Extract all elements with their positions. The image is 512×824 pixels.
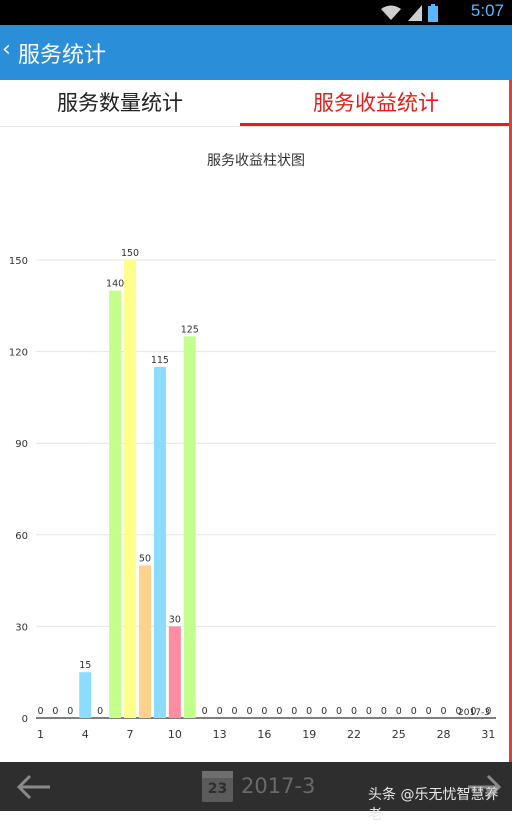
data-label: 0 xyxy=(276,706,282,717)
bar xyxy=(109,290,122,718)
data-label: 30 xyxy=(169,614,181,625)
signal-icon xyxy=(408,4,422,21)
data-label: 15 xyxy=(79,660,91,671)
x-tick-label: 4 xyxy=(82,728,89,741)
bar xyxy=(183,336,196,718)
x-tick-label: 16 xyxy=(257,728,271,741)
data-label: 125 xyxy=(181,324,199,335)
x-tick-label: 10 xyxy=(168,728,182,741)
bottom-bar: 23 2017-3 头条 @乐无忧智慧养老 xyxy=(0,762,512,823)
tab-bar: 服务数量统计 服务收益统计 xyxy=(0,80,512,127)
tab-service-revenue[interactable]: 服务收益统计 xyxy=(240,80,512,126)
tab-service-count[interactable]: 服务数量统计 xyxy=(0,80,240,126)
watermark: 头条 @乐无忧智慧养老 xyxy=(368,787,499,823)
bar xyxy=(138,565,151,718)
bar xyxy=(79,672,92,718)
data-label: 0 xyxy=(261,706,267,717)
data-label: 0 xyxy=(52,706,58,717)
y-tick-label: 90 xyxy=(15,439,28,450)
chart-title: 服务收益柱状图 xyxy=(207,153,305,169)
data-label: 150 xyxy=(121,248,139,259)
current-month[interactable]: 2017-3 xyxy=(241,774,315,798)
data-label: 0 xyxy=(37,706,43,717)
x-tick-label: 13 xyxy=(213,728,227,741)
data-label: 0 xyxy=(426,706,432,717)
x-tick-label: 1 xyxy=(37,728,44,741)
x-tick-label: 19 xyxy=(302,728,316,741)
x-tick-label: 28 xyxy=(437,728,451,741)
app-bar: ‹ 服务统计 xyxy=(0,25,512,80)
data-label: 0 xyxy=(441,706,447,717)
x-tick-label: 7 xyxy=(127,728,134,741)
x-tick-label: 22 xyxy=(347,728,361,741)
previous-arrow-icon[interactable] xyxy=(16,774,52,800)
y-tick-label: 0 xyxy=(22,714,28,725)
bar xyxy=(168,626,181,718)
data-label: 0 xyxy=(202,706,208,717)
calendar-icon[interactable]: 23 xyxy=(202,771,233,802)
data-label: 0 xyxy=(366,706,372,717)
data-label: 0 xyxy=(232,706,238,717)
data-label: 50 xyxy=(139,553,151,564)
data-label: 0 xyxy=(291,706,297,717)
data-label: 0 xyxy=(381,706,387,717)
y-tick-label: 30 xyxy=(15,622,28,633)
data-label: 0 xyxy=(97,706,103,717)
calendar-day: 23 xyxy=(207,781,228,797)
data-label: 0 xyxy=(351,706,357,717)
x-tick-label: 31 xyxy=(481,728,495,741)
battery-icon xyxy=(428,3,438,22)
data-label: 0 xyxy=(246,706,252,717)
chart-month-label: 2017-3 xyxy=(458,708,490,718)
bar xyxy=(124,260,137,718)
y-tick-label: 150 xyxy=(9,256,28,267)
y-tick-label: 60 xyxy=(15,531,28,542)
status-time: 5:07 xyxy=(470,1,504,20)
status-icons xyxy=(380,3,438,22)
page-title: 服务统计 xyxy=(18,43,107,68)
y-tick-label: 120 xyxy=(9,348,28,359)
data-label: 140 xyxy=(106,279,124,290)
data-label: 0 xyxy=(67,706,73,717)
status-bar: 5:07 xyxy=(0,0,512,25)
data-label: 115 xyxy=(151,355,169,366)
back-chevron-icon[interactable]: ‹ xyxy=(2,37,11,62)
data-label: 0 xyxy=(411,706,417,717)
data-label: 0 xyxy=(306,706,312,717)
bar xyxy=(153,366,166,718)
x-tick-label: 25 xyxy=(392,728,406,741)
data-label: 0 xyxy=(321,706,327,717)
data-label: 0 xyxy=(336,706,342,717)
data-label: 0 xyxy=(396,706,402,717)
data-label: 0 xyxy=(217,706,223,717)
wifi-icon xyxy=(381,5,401,20)
revenue-bar-chart: 03060901201500 0 015014015050115301250 0 0 0 0… xyxy=(9,248,496,741)
